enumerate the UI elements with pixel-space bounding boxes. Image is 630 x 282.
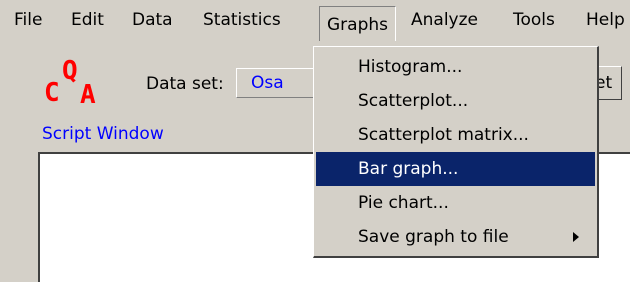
cqa-logo: C Q A [44, 58, 114, 110]
logo-letter-c: C [44, 78, 60, 108]
graphs-dropdown-menu: Histogram... Scatterplot... Scatterplot … [313, 46, 599, 258]
menu-item-scatterplot[interactable]: Scatterplot... [316, 84, 595, 118]
dataset-button[interactable]: Osa [236, 68, 316, 98]
menu-data[interactable]: Data [132, 8, 173, 32]
menu-tools[interactable]: Tools [513, 8, 555, 32]
submenu-arrow-icon [573, 232, 579, 242]
menu-item-pie-chart[interactable]: Pie chart... [316, 186, 595, 220]
menu-bar: File Edit Data Statistics Graphs Analyze… [0, 0, 630, 41]
script-window-label: Script Window [42, 124, 164, 144]
menu-item-histogram[interactable]: Histogram... [316, 50, 595, 84]
menu-item-label: Scatterplot matrix... [358, 125, 529, 145]
menu-item-label: Histogram... [358, 57, 463, 77]
logo-letter-a: A [80, 80, 96, 110]
menu-edit[interactable]: Edit [71, 8, 104, 32]
menu-item-scatterplot-matrix[interactable]: Scatterplot matrix... [316, 118, 595, 152]
menu-item-label: Bar graph... [358, 159, 459, 179]
menu-statistics[interactable]: Statistics [203, 8, 281, 32]
menu-analyze[interactable]: Analyze [411, 8, 478, 32]
menu-graphs[interactable]: Graphs [319, 6, 397, 41]
menu-item-save-graph[interactable]: Save graph to file [316, 220, 595, 254]
menu-file[interactable]: File [14, 8, 42, 32]
dataset-label: Data set: [146, 74, 224, 94]
menu-item-label: Save graph to file [358, 227, 509, 247]
logo-letter-q: Q [62, 56, 78, 86]
menu-help[interactable]: Help [586, 8, 625, 32]
menu-item-label: Scatterplot... [358, 91, 469, 111]
menu-item-label: Pie chart... [358, 193, 449, 213]
menu-item-bar-graph[interactable]: Bar graph... [316, 152, 595, 186]
